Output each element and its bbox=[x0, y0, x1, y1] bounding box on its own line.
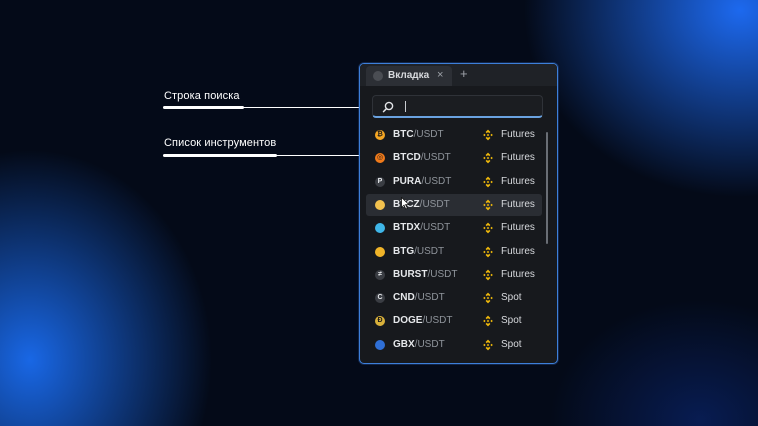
coin-logo-icon: Đ bbox=[375, 316, 385, 327]
callout-search-underline bbox=[163, 106, 244, 109]
instrument-base: BTG bbox=[393, 245, 415, 257]
instrument-quote: /USDT bbox=[414, 338, 445, 350]
mouse-cursor-icon bbox=[401, 197, 410, 210]
search-input[interactable] bbox=[372, 95, 543, 118]
instrument-picker-window: Вкладка × + ₿ BTC/USDT Futures ◎ BTCD/USDT Fu… bbox=[359, 63, 558, 364]
tab-title: Вкладка bbox=[388, 70, 430, 81]
market-type: Spot bbox=[501, 338, 522, 350]
scrollbar[interactable] bbox=[546, 132, 548, 244]
instrument-row[interactable]: ≠ BURST/USDT Futures bbox=[366, 264, 542, 286]
instrument-quote: /USDT bbox=[420, 152, 451, 164]
market-type: Futures bbox=[501, 152, 535, 164]
instrument-base: CND bbox=[393, 292, 415, 304]
market-type: Futures bbox=[501, 268, 535, 280]
market-type: Futures bbox=[501, 198, 535, 210]
coin-logo-icon bbox=[375, 223, 385, 234]
instrument-row[interactable]: ₿ BTC/USDT Futures bbox=[366, 124, 542, 146]
instrument-quote: /USDT bbox=[422, 315, 453, 327]
coin-logo-icon bbox=[375, 199, 385, 210]
instrument-quote: /USDT bbox=[420, 222, 451, 234]
callout-search-label: Строка поиска bbox=[164, 90, 240, 102]
instrument-base: PURA bbox=[393, 175, 422, 187]
market-type: Spot bbox=[501, 315, 522, 327]
instrument-row[interactable]: BTG/USDT Futures bbox=[366, 241, 542, 263]
instrument-quote: /USDT bbox=[419, 198, 450, 210]
coin-logo-icon bbox=[375, 246, 385, 257]
coin-logo-icon: ₿ bbox=[375, 130, 385, 140]
instrument-pair: GBX/USDT bbox=[393, 339, 445, 350]
instrument-quote: /USDT bbox=[414, 292, 445, 304]
coin-logo-icon: C bbox=[375, 293, 385, 304]
market-type: Futures bbox=[501, 129, 535, 140]
exchange-icon bbox=[483, 269, 493, 281]
coin-logo-icon: P bbox=[375, 176, 385, 187]
exchange-icon bbox=[483, 199, 493, 211]
instrument-quote: /USDT bbox=[421, 175, 452, 187]
market-type: Futures bbox=[501, 222, 535, 234]
instrument-row[interactable]: BTCZ/USDTFutures bbox=[366, 193, 542, 216]
callout-list-underline bbox=[163, 154, 277, 157]
instrument-row[interactable]: BTDX/USDT Futures bbox=[366, 217, 542, 239]
instrument-pair: BTG/USDT bbox=[393, 246, 444, 257]
exchange-icon bbox=[483, 222, 493, 234]
tab-bar: Вкладка × + bbox=[360, 64, 557, 86]
exchange-icon bbox=[483, 176, 493, 187]
callout-list-label: Список инструментов bbox=[164, 137, 277, 149]
exchange-icon bbox=[483, 129, 493, 141]
instrument-base: BTCD bbox=[393, 152, 421, 164]
coin-logo-icon bbox=[375, 339, 385, 350]
callout-list-line bbox=[276, 155, 365, 156]
add-tab-button[interactable]: + bbox=[460, 66, 468, 81]
exchange-icon bbox=[483, 339, 493, 351]
instrument-base: BTDX bbox=[393, 222, 421, 234]
instrument-base: GBX bbox=[393, 338, 415, 350]
market-type: Futures bbox=[501, 175, 535, 187]
coin-logo-icon: ◎ bbox=[375, 153, 385, 164]
callout-search-line bbox=[243, 107, 365, 108]
exchange-icon bbox=[483, 152, 493, 164]
instrument-row[interactable]: C CND/USDT Spot bbox=[366, 287, 542, 309]
text-caret bbox=[405, 101, 406, 112]
instrument-pair: BTCD/USDT bbox=[393, 152, 451, 163]
coin-logo-icon: ≠ bbox=[375, 269, 385, 280]
market-type: Spot bbox=[501, 292, 522, 304]
tab-favicon-icon bbox=[373, 71, 383, 81]
tab-close-icon[interactable]: × bbox=[437, 69, 443, 81]
instrument-quote: /USDT bbox=[427, 268, 458, 280]
instrument-quote: /USDT bbox=[413, 129, 444, 140]
instrument-pair: PURA/USDT bbox=[393, 176, 451, 187]
instrument-row[interactable]: Đ DOGE/USDT Spot bbox=[366, 310, 542, 332]
exchange-icon bbox=[483, 292, 493, 304]
instrument-quote: /USDT bbox=[414, 245, 445, 257]
instrument-row[interactable]: P PURA/USDT Futures bbox=[366, 171, 542, 193]
instrument-row[interactable]: ◎ BTCD/USDT Futures bbox=[366, 147, 542, 169]
instrument-pair: BTC/USDT bbox=[393, 129, 444, 140]
instrument-pair: CND/USDT bbox=[393, 292, 445, 303]
instrument-row[interactable]: GBX/USDT Spot bbox=[366, 334, 542, 356]
search-icon bbox=[382, 101, 394, 113]
instrument-pair: BTDX/USDT bbox=[393, 222, 450, 233]
exchange-icon bbox=[483, 315, 493, 327]
instrument-base: BURST bbox=[393, 268, 428, 280]
instrument-pair: DOGE/USDT bbox=[393, 315, 452, 326]
exchange-icon bbox=[483, 246, 493, 257]
instrument-base: DOGE bbox=[393, 315, 423, 327]
market-type: Futures bbox=[501, 245, 535, 257]
instrument-pair: BURST/USDT bbox=[393, 269, 457, 280]
instrument-base: BTC bbox=[393, 129, 414, 140]
tab-main[interactable]: Вкладка × bbox=[366, 66, 452, 86]
